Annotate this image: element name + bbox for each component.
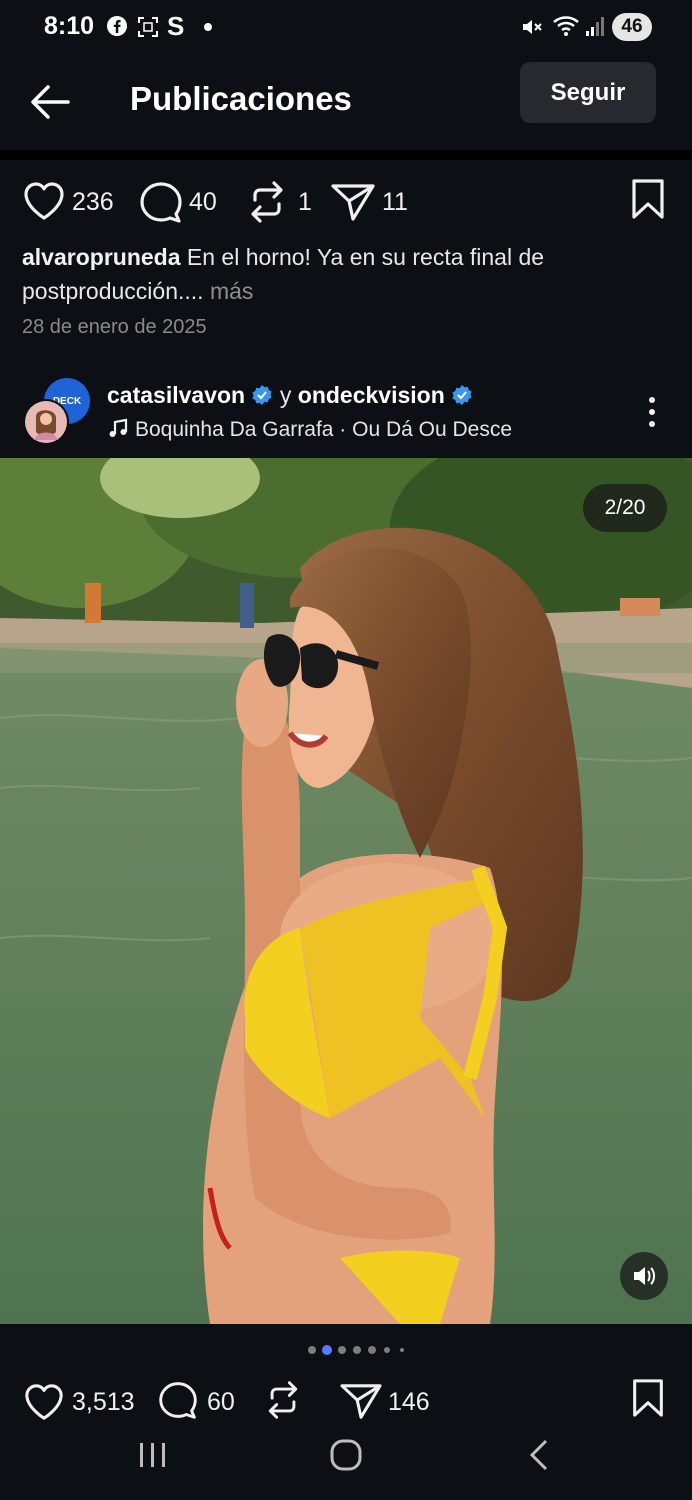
carousel-dot	[353, 1346, 361, 1354]
status-bar: 8:10 S 46	[0, 0, 692, 56]
heart-icon	[24, 182, 64, 220]
comment-button[interactable]	[156, 1380, 200, 1425]
repost-button[interactable]	[264, 1380, 302, 1425]
likes-count: 3,513	[72, 1388, 135, 1416]
send-icon	[340, 1384, 382, 1419]
carousel-dot	[308, 1346, 316, 1354]
follow-button[interactable]: Seguir	[520, 62, 656, 123]
save-button[interactable]	[630, 1378, 666, 1423]
carousel-dot-active	[322, 1345, 332, 1355]
like-button[interactable]	[22, 180, 66, 227]
shares-count: 146	[388, 1388, 430, 1416]
facebook-icon	[107, 16, 127, 36]
bookmark-icon	[632, 179, 664, 219]
author-name[interactable]: catasilvavon	[107, 382, 245, 408]
comment-button[interactable]	[138, 180, 184, 229]
caption-username[interactable]: alvaropruneda	[22, 244, 181, 270]
media-counter-badge: 2/20	[583, 484, 667, 532]
post-date: 28 de enero de 2025	[22, 316, 207, 338]
recent-apps-icon[interactable]	[136, 1440, 170, 1470]
comment-icon	[159, 1382, 197, 1419]
comment-icon	[140, 182, 182, 223]
likes-count: 236	[72, 188, 114, 216]
page-title: Publicaciones	[130, 80, 352, 117]
share-button[interactable]	[330, 182, 376, 227]
back-button[interactable]	[28, 82, 72, 127]
coauthor-name[interactable]: ondeckvision	[298, 382, 445, 408]
verified-icon	[252, 385, 273, 405]
repost-icon	[268, 1381, 298, 1419]
more-link[interactable]: más	[210, 278, 253, 304]
song-title: Boquinha Da Garrafa · Ou Dá Ou Desce	[135, 418, 513, 441]
beach-photo	[0, 458, 692, 1324]
audio-track[interactable]: Boquinha Da Garrafa · Ou Dá Ou Desce	[107, 417, 512, 442]
carousel-dot	[338, 1346, 346, 1354]
section-divider	[0, 150, 692, 160]
bookmark-icon	[633, 1379, 663, 1417]
carousel-dot	[368, 1346, 376, 1354]
avatar[interactable]: DECK	[22, 378, 94, 448]
arrow-left-icon	[31, 85, 70, 119]
heart-icon	[25, 1384, 63, 1420]
carousel-dot	[384, 1347, 390, 1353]
author-avatar	[23, 399, 69, 445]
wifi-icon	[553, 16, 579, 36]
post-photo[interactable]	[0, 458, 692, 1324]
verified-icon	[452, 385, 472, 405]
home-icon[interactable]	[328, 1438, 364, 1472]
notification-dot-icon	[204, 23, 212, 31]
mute-icon	[523, 20, 542, 34]
back-nav-icon[interactable]	[526, 1438, 554, 1472]
repost-icon	[251, 181, 283, 223]
battery-indicator: 46	[612, 13, 652, 41]
s-app-icon: S	[167, 13, 184, 39]
more-options-button[interactable]	[640, 394, 664, 430]
author-connector: y	[279, 382, 292, 408]
save-button[interactable]	[630, 178, 666, 225]
repost-button[interactable]	[247, 180, 287, 229]
more-vertical-icon	[649, 397, 655, 427]
clock: 8:10	[44, 12, 95, 40]
signal-icon	[586, 17, 604, 36]
post-authors: catasilvavon y ondeckvision	[107, 382, 473, 409]
shares-count: 11	[382, 188, 408, 216]
music-note-icon	[109, 418, 128, 437]
comments-count: 40	[189, 188, 217, 216]
send-icon	[331, 184, 375, 221]
screenshot-icon	[138, 17, 158, 37]
system-navigation-bar	[0, 1420, 692, 1500]
volume-icon	[634, 1267, 655, 1285]
reposts-count: 1	[298, 188, 312, 216]
carousel-dot	[400, 1348, 404, 1352]
share-button[interactable]	[338, 1382, 384, 1425]
post-caption: alvaropruneda En el horno! Ya en su rect…	[22, 240, 662, 308]
sound-toggle-button[interactable]	[620, 1252, 668, 1300]
comments-count: 60	[207, 1388, 235, 1416]
svg-text:S: S	[167, 13, 184, 39]
carousel-indicator	[0, 1340, 692, 1360]
